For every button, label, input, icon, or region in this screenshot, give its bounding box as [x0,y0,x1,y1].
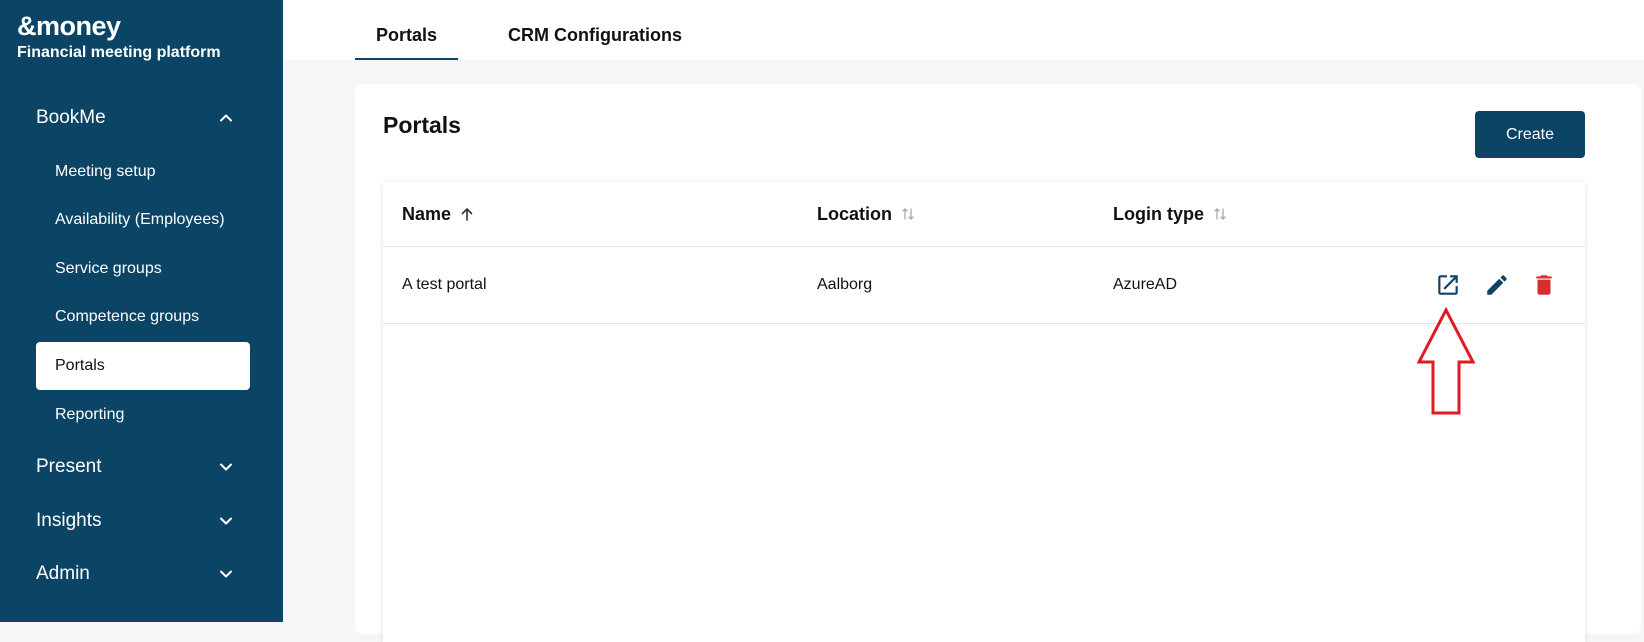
sidebar-item-availability[interactable]: Availability (Employees) [36,196,250,244]
page-title: Portals [383,112,461,138]
sidebar-item-label: Reporting [55,406,125,423]
sidebar-item-label: Meeting setup [55,163,156,180]
tab-crm-configurations[interactable]: CRM Configurations [495,14,695,60]
column-header-login-type[interactable]: Login type [1113,182,1228,246]
sidebar-section-insights[interactable]: Insights [36,506,236,536]
sidebar-item-label: Portals [55,357,105,374]
brand-subtitle: Financial meeting platform [17,44,221,61]
create-button[interactable]: Create [1475,111,1585,158]
brand: &money Financial meeting platform [17,10,221,62]
table-row: A test portal Aalborg AzureAD [383,246,1585,324]
sidebar-section-present[interactable]: Present [36,452,236,482]
tab-label: CRM Configurations [508,25,682,45]
sidebar-section-label: BookMe [36,107,106,128]
sidebar-section-label: Present [36,456,102,477]
tab-portals[interactable]: Portals [355,14,458,60]
sidebar-section-label: Admin [36,563,90,584]
column-header-label: Login type [1113,203,1204,224]
sort-icon [900,206,916,222]
annotation-arrow-icon [1416,306,1476,416]
sort-icon [1212,206,1228,222]
sidebar-item-label: Service groups [55,260,162,277]
sidebar: &money Financial meeting platform BookMe… [0,0,283,622]
sidebar-item-competence-groups[interactable]: Competence groups [36,293,250,341]
table-header: Name Location Login type [383,182,1585,247]
chevron-down-icon [216,511,236,531]
portals-table: Name Location Login type A test portal A… [383,182,1585,642]
column-header-label: Name [402,203,452,224]
sidebar-item-label: Competence groups [55,308,200,325]
sort-ascending-icon [459,206,475,222]
chevron-up-icon [216,108,236,128]
column-header-label: Location [817,203,892,224]
delete-icon[interactable] [1531,272,1557,298]
chevron-down-icon [216,564,236,584]
sidebar-item-reporting[interactable]: Reporting [36,391,250,439]
sidebar-item-service-groups[interactable]: Service groups [36,245,250,293]
sidebar-item-label: Availability (Employees) [55,211,225,228]
sidebar-item-meeting-setup[interactable]: Meeting setup [36,148,250,196]
open-external-icon[interactable] [1435,272,1461,298]
sidebar-section-label: Insights [36,510,102,531]
tab-label: Portals [375,25,438,45]
cell-location: Aalborg [817,275,873,293]
chevron-down-icon [216,457,236,477]
edit-icon[interactable] [1484,272,1510,298]
column-header-name[interactable]: Name [402,182,475,246]
brand-logo: &money [17,11,121,41]
sidebar-section-bookme[interactable]: BookMe [36,103,236,133]
cell-login-type: AzureAD [1113,275,1178,293]
cell-name: A test portal [402,275,487,293]
sidebar-item-portals[interactable]: Portals [36,342,250,390]
sidebar-section-admin[interactable]: Admin [36,559,236,589]
column-header-location[interactable]: Location [817,182,916,246]
top-tab-bar: Portals CRM Configurations [283,0,1644,60]
